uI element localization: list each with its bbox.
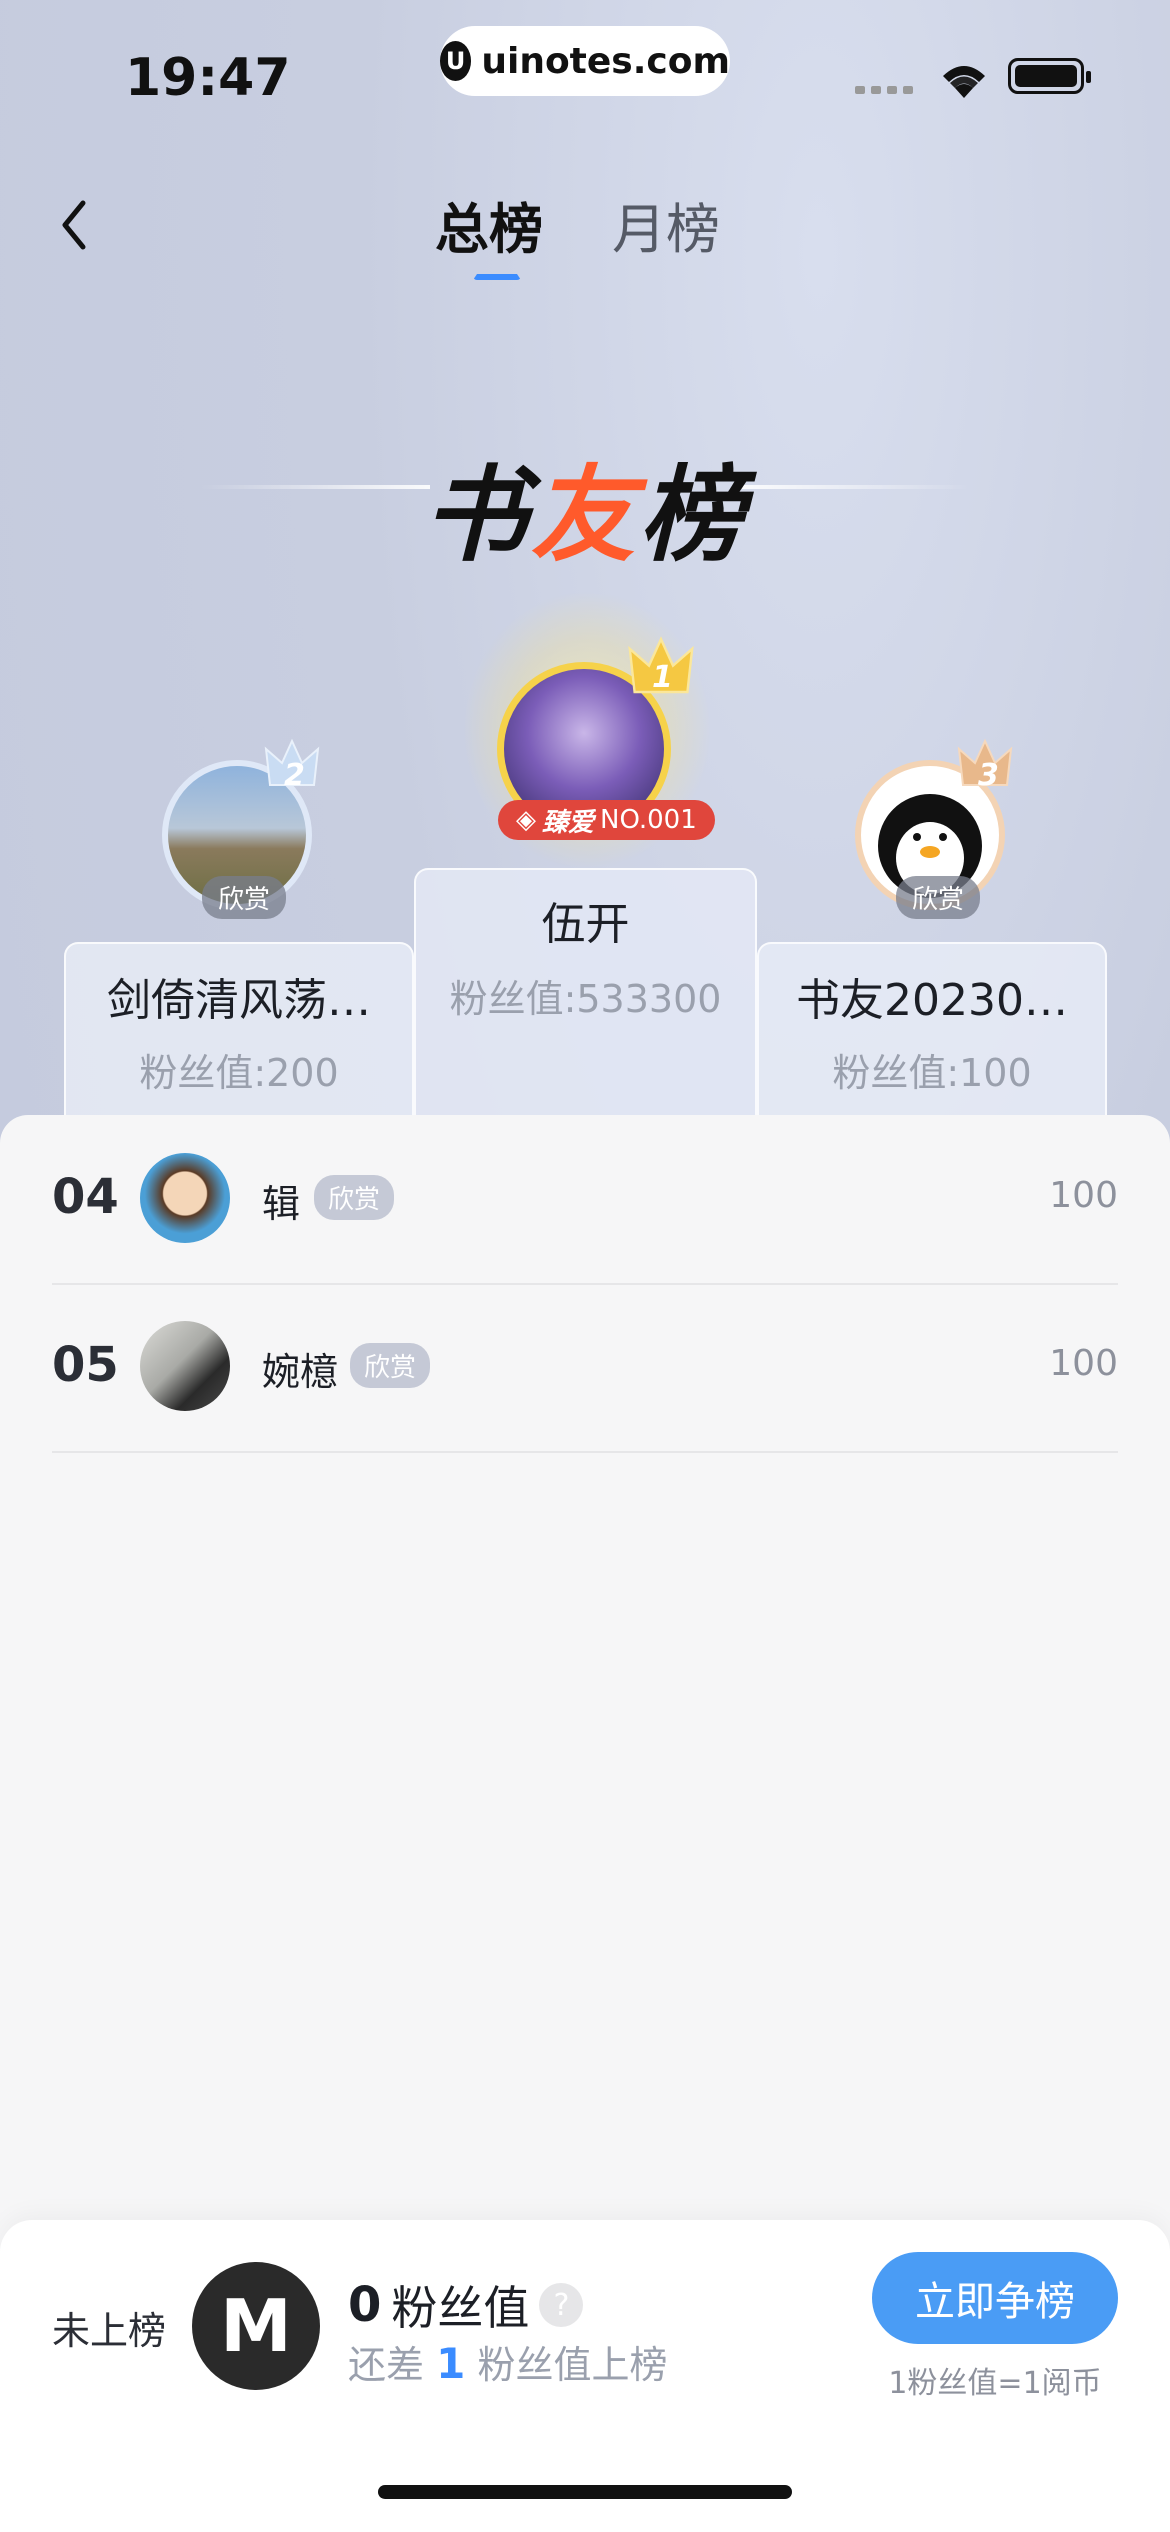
status-time: 19:47 [125,48,291,108]
page-title: 书友榜 [0,430,1170,581]
back-icon[interactable] [55,195,95,255]
my-score: 0 粉丝值 ? [348,2272,584,2338]
podium-card-3[interactable]: 书友20230… 粉丝值:100 [757,942,1107,1122]
gap-num: 1 [436,2339,466,2388]
podium-fans-2: 粉丝值:200 [139,1051,339,1095]
gap-text: 还差 1 粉丝值上榜 [348,2334,667,2389]
list-value: 100 [1049,1343,1118,1384]
list-tag: 欣赏 [314,1175,395,1220]
title-accent: 友 [530,454,639,576]
home-indicator[interactable] [378,2485,792,2499]
podium-rank-1: 1 [652,660,673,695]
tab-active-indicator [473,266,521,280]
my-avatar[interactable]: M [192,2262,320,2390]
list-item[interactable]: 05 婉檍 欣赏 100 [52,1283,1118,1453]
champion-badge: ◈ 臻爱 NO.001 [498,800,715,840]
my-score-num: 0 [348,2277,382,2333]
title-part2: 榜 [639,454,748,576]
badge-text: NO.001 [600,805,697,835]
list-item[interactable]: 04 辑 欣赏 100 [52,1115,1118,1285]
podium-tag-3: 欣赏 [896,876,981,919]
avatar[interactable] [140,1321,230,1411]
list-rank: 04 [52,1169,119,1225]
list-tag: 欣赏 [350,1343,431,1388]
url-text: uinotes.com [481,40,730,82]
compete-button[interactable]: 立即争榜 [872,2252,1118,2344]
podium-rank-2: 2 [284,758,305,793]
list-value: 100 [1049,1175,1118,1216]
signal-icon [855,86,913,94]
avatar[interactable] [140,1153,230,1243]
ranking-list: 04 辑 欣赏 100 05 婉檍 欣赏 100 [0,1115,1170,2315]
diamond-icon: ◈ [516,805,536,835]
exchange-rate: 1粉丝值=1阅币 [888,2366,1102,2401]
list-rank: 05 [52,1337,119,1393]
podium-fans-3: 粉丝值:100 [832,1051,1032,1095]
my-rank-status: 未上榜 [52,2309,167,2353]
podium-card-2[interactable]: 剑倚清风荡… 粉丝值:200 [64,942,414,1122]
site-logo-icon: U [440,41,472,81]
title-part1: 书 [422,454,531,576]
podium-name-3: 书友20230… [796,975,1068,1026]
wifi-icon [943,66,985,98]
battery-icon [1008,58,1091,94]
podium-card-1[interactable]: 伍开 粉丝值:533300 [414,868,757,1122]
url-pill: U uinotes.com [440,26,730,96]
podium-tag-2: 欣赏 [202,876,287,919]
podium-name-2: 剑倚清风荡… [107,975,371,1026]
podium-name-1: 伍开 [541,899,630,950]
tab-monthly[interactable]: 月榜 [612,185,720,264]
gap-suffix: 粉丝值上榜 [477,2343,668,2387]
my-score-label: 粉丝值 [391,2281,530,2335]
help-icon[interactable]: ? [539,2283,584,2327]
podium-fans-1: 粉丝值:533300 [449,977,722,1021]
badge-prefix: 臻爱 [542,807,595,838]
leaderboard-page: 19:47 U uinotes.com 总榜 月榜 书友榜 剑倚清风荡… 粉丝值… [0,0,1170,2532]
list-name: 婉檍 [262,1350,339,1394]
list-name: 辑 [262,1182,301,1226]
gap-prefix: 还差 [348,2343,425,2387]
tab-overall[interactable]: 总榜 [435,185,543,264]
podium-rank-3: 3 [978,758,999,793]
